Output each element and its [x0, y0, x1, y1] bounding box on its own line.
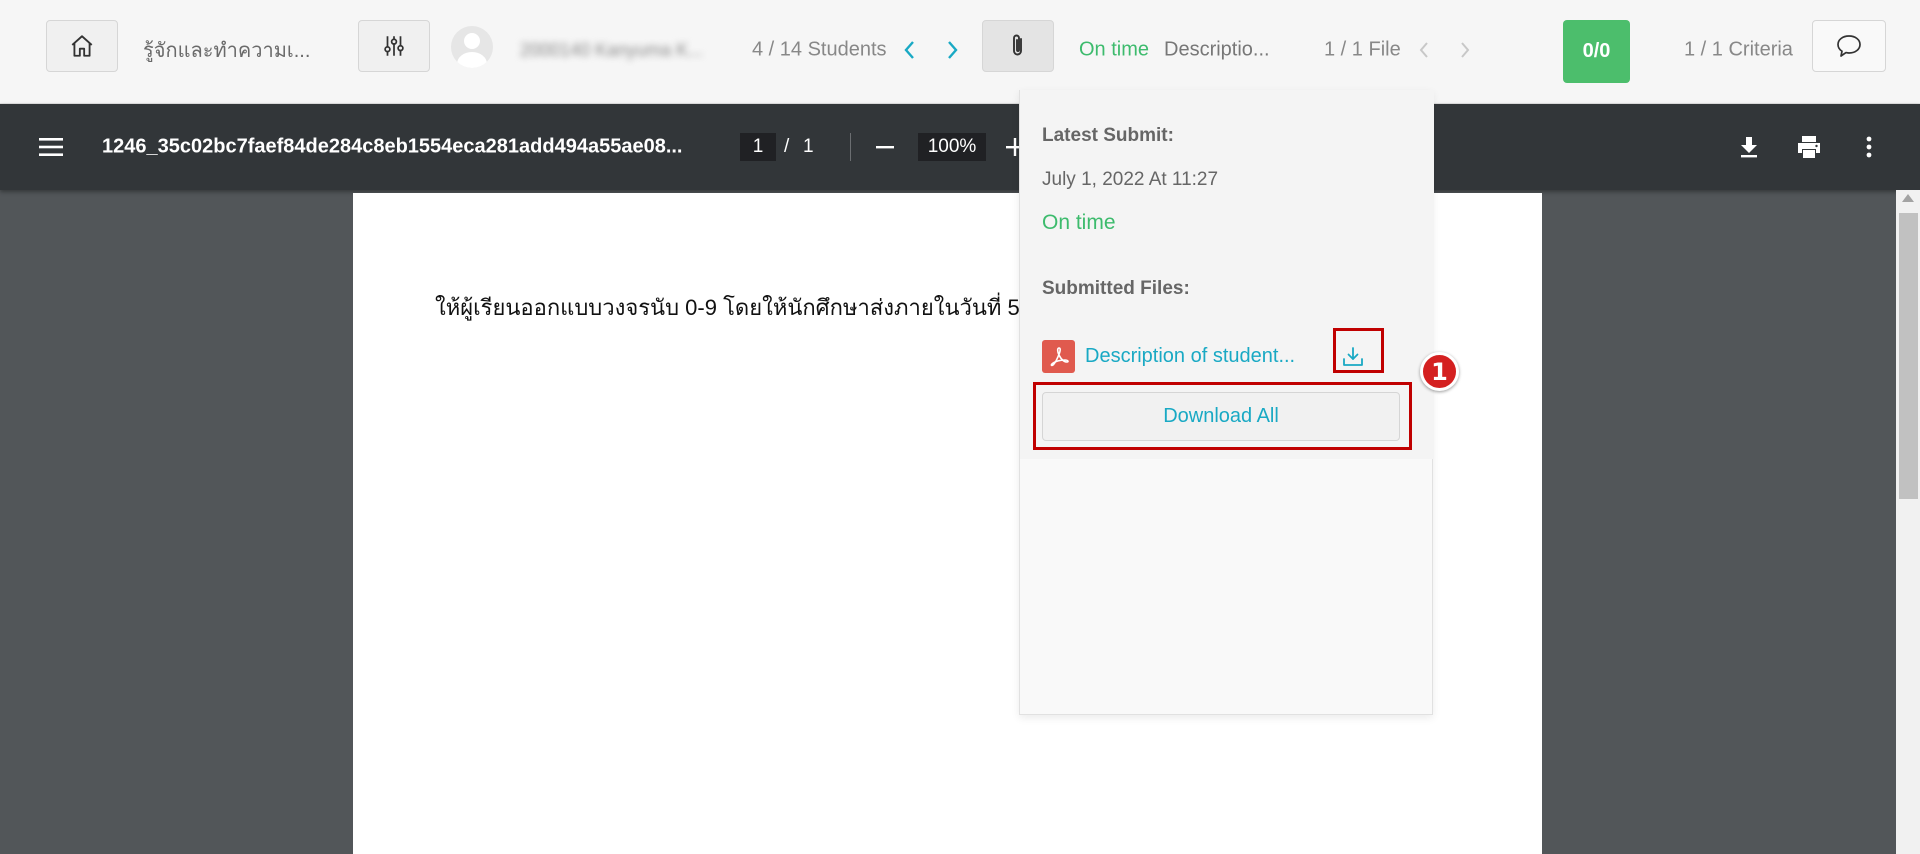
chevron-left-icon	[904, 41, 914, 59]
course-title: รู้จักและทำความเ...	[143, 40, 311, 62]
comment-button[interactable]	[1812, 20, 1886, 72]
submitted-file-link[interactable]: Description of student...	[1085, 345, 1295, 368]
attachments-button[interactable]	[982, 20, 1054, 72]
chevron-right-icon	[948, 41, 958, 59]
previous-student-button[interactable]	[896, 36, 924, 64]
students-count: 4 / 14 Students	[752, 38, 887, 61]
download-all-highlight-box	[1033, 382, 1412, 450]
assignment-description-title[interactable]: Descriptio...	[1164, 39, 1270, 62]
scrollbar-thumb[interactable]	[1899, 213, 1918, 499]
download-icon	[1741, 137, 1757, 158]
menu-button[interactable]	[35, 131, 67, 163]
total-pages: 1	[803, 136, 814, 157]
zoom-level-input[interactable]: 100%	[918, 133, 986, 161]
step-number-badge: 1	[1420, 352, 1459, 391]
speech-bubble-icon	[1837, 35, 1861, 57]
zoom-out-button[interactable]	[869, 131, 901, 163]
more-vertical-icon	[1866, 136, 1872, 158]
submitted-files-label: Submitted Files:	[1042, 278, 1190, 299]
file-count: 1 / 1 File	[1324, 38, 1401, 61]
pdf-viewer-toolbar: 1246_35c02bc7faef84de284c8eb1554eca281ad…	[0, 104, 1920, 190]
download-button[interactable]	[1733, 131, 1765, 163]
next-file-button[interactable]	[1451, 36, 1479, 64]
pdf-file-icon	[1042, 339, 1075, 373]
sliders-icon	[384, 36, 404, 56]
filter-settings-button[interactable]	[358, 20, 430, 72]
print-button[interactable]	[1793, 131, 1825, 163]
submitted-file-item[interactable]: Description of student...	[1042, 339, 1295, 373]
toolbar-divider	[850, 133, 851, 161]
next-student-button[interactable]	[938, 36, 966, 64]
more-options-button[interactable]	[1853, 131, 1885, 163]
download-highlight-box	[1333, 328, 1384, 373]
paperclip-icon	[1013, 34, 1022, 56]
pdf-filename: 1246_35c02bc7faef84de284c8eb1554eca281ad…	[102, 135, 683, 158]
submit-status: On time	[1042, 211, 1116, 234]
student-avatar	[451, 26, 493, 68]
chevron-left-icon	[1419, 42, 1428, 58]
submit-date: July 1, 2022 At 11:27	[1042, 169, 1219, 190]
criteria-count: 1 / 1 Criteria	[1684, 38, 1793, 61]
student-name: 2000140 Kanyuma K...	[520, 40, 704, 60]
page-separator: /	[784, 136, 790, 157]
hamburger-menu-icon	[39, 138, 63, 156]
submission-status: On time	[1079, 38, 1150, 61]
document-text: ให้ผู้เรียนออกแบบวงจรนับ 0-9 โดยให้นักศึ…	[435, 295, 1020, 320]
scroll-up-arrow-icon[interactable]	[1902, 194, 1914, 202]
home-icon	[71, 35, 93, 57]
score-button[interactable]: 0/0	[1563, 20, 1630, 83]
page-number-input[interactable]: 1	[740, 133, 776, 161]
printer-icon	[1798, 136, 1820, 158]
grading-top-bar: รู้จักและทำความเ... 2000140 Kanyuma K...…	[0, 0, 1920, 104]
chevron-right-icon	[1461, 42, 1470, 58]
previous-file-button[interactable]	[1410, 36, 1438, 64]
latest-submit-label: Latest Submit:	[1042, 125, 1174, 146]
minus-icon	[876, 146, 894, 149]
home-button[interactable]	[46, 20, 118, 72]
